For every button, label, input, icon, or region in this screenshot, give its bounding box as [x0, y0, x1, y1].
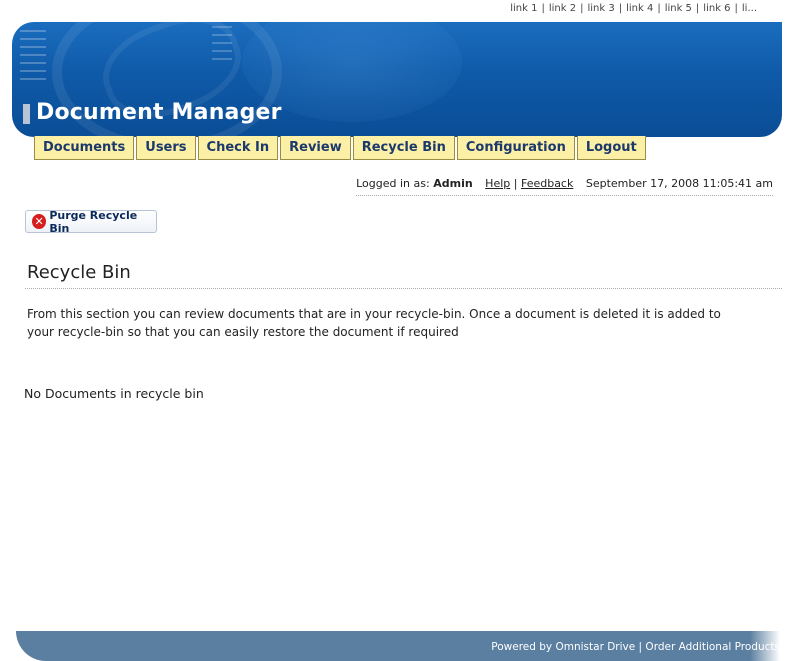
top-link-4[interactable]: link 4 [626, 3, 653, 14]
title-accent-bar [23, 104, 30, 124]
title-divider [25, 288, 782, 289]
empty-state-message: No Documents in recycle bin [24, 386, 204, 401]
tab-users[interactable]: Users [136, 136, 196, 160]
page-title: Recycle Bin [27, 262, 131, 283]
top-link-6[interactable]: link 6 [703, 3, 730, 14]
top-link-3[interactable]: link 3 [587, 3, 614, 14]
logged-in-label: Logged in as: [356, 177, 430, 190]
page-description: From this section you can review documen… [27, 307, 721, 339]
header-banner: Document Manager [12, 22, 782, 137]
top-link-1[interactable]: link 1 [510, 3, 537, 14]
delete-x-icon: ✕ [32, 214, 47, 229]
purge-recycle-bin-button[interactable]: ✕ Purge Recycle Bin [25, 208, 157, 235]
tab-recycle-bin[interactable]: Recycle Bin [352, 136, 455, 160]
status-bar: Logged in as: Admin Help | Feedback Sept… [356, 177, 773, 196]
tab-configuration[interactable]: Configuration [456, 136, 575, 160]
top-link-7[interactable]: li... [742, 3, 757, 14]
current-datetime: September 17, 2008 11:05:41 am [585, 177, 773, 190]
app-title: Document Manager [36, 100, 282, 125]
banner-decoration [20, 30, 60, 86]
main-nav: Documents Users Check In Review Recycle … [34, 136, 646, 160]
tab-documents[interactable]: Documents [34, 136, 135, 160]
footer-fade [750, 631, 780, 661]
tab-logout[interactable]: Logout [576, 136, 646, 160]
feedback-link[interactable]: Feedback [521, 177, 573, 190]
top-link-5[interactable]: link 5 [665, 3, 692, 14]
purge-button-label: Purge Recycle Bin [49, 208, 138, 235]
top-links: link 1 | link 2 | link 3 | link 4 | link 5 | link … [510, 3, 757, 14]
tab-review[interactable]: Review [280, 136, 351, 160]
current-user: Admin [433, 177, 473, 190]
banner-decoration [212, 26, 232, 66]
tab-check-in[interactable]: Check In [197, 136, 279, 160]
top-link-2[interactable]: link 2 [549, 3, 576, 14]
footer-text: Powered by Omnistar Drive | Order Additi… [491, 641, 780, 653]
footer: Powered by Omnistar Drive | Order Additi… [16, 631, 780, 661]
help-link[interactable]: Help [485, 177, 510, 190]
